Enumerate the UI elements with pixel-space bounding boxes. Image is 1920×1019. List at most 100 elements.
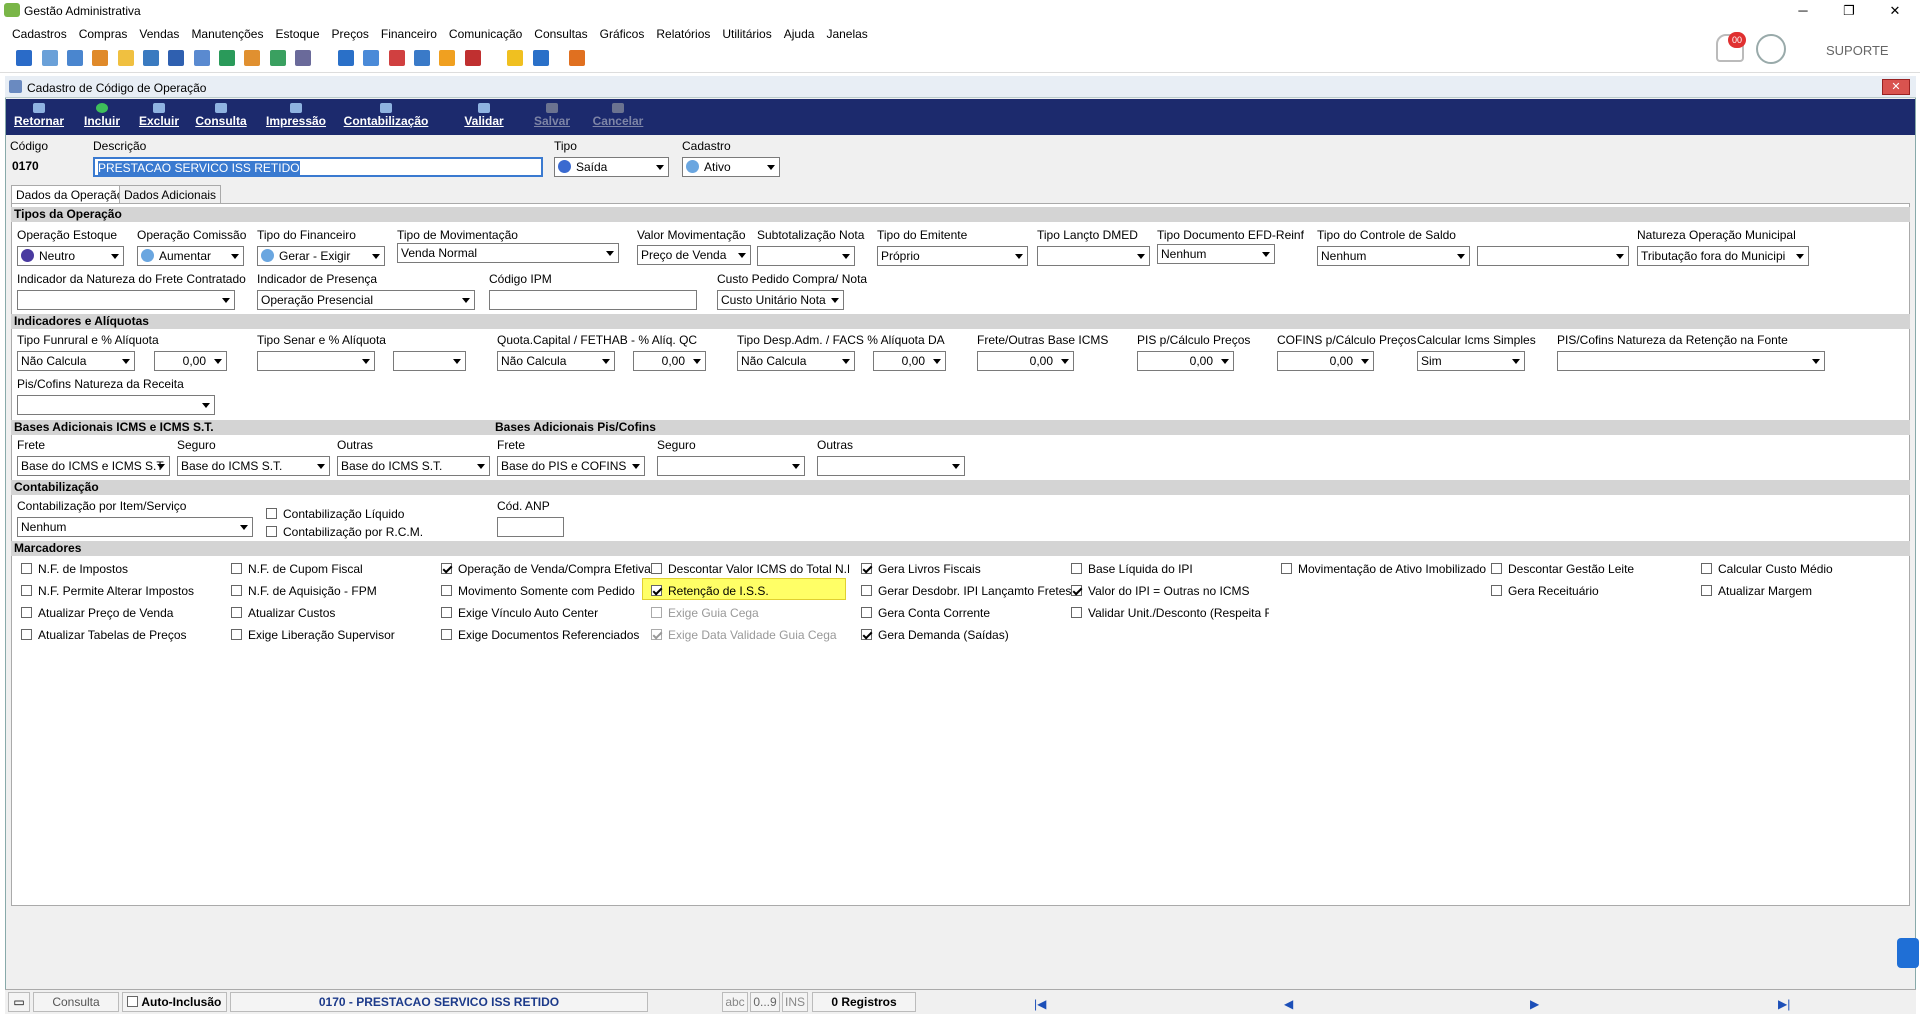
senar-select[interactable] xyxy=(257,351,375,371)
toolbar-icon-8[interactable] xyxy=(193,50,210,66)
checkbox-box[interactable] xyxy=(231,563,242,574)
cancelar-button[interactable]: Cancelar xyxy=(590,99,646,135)
tipo-select[interactable]: Saída xyxy=(554,157,669,177)
checkbox-box[interactable] xyxy=(861,607,872,618)
user-avatar-icon[interactable] xyxy=(1756,34,1786,64)
contab-rcm-checkbox[interactable]: Contabilização por R.C.M. xyxy=(266,525,423,539)
toolbar-icon-6[interactable] xyxy=(143,50,160,66)
marcador-checkbox[interactable]: Descontar Gestão Leite xyxy=(1491,562,1634,576)
restore-button[interactable]: ❐ xyxy=(1826,0,1872,22)
checkbox-box[interactable] xyxy=(1281,563,1292,574)
icms-seguro-select[interactable]: Base do ICMS S.T. xyxy=(177,456,330,476)
icms-outras-select[interactable]: Base do ICMS S.T. xyxy=(337,456,490,476)
next-record-icon[interactable]: ▶ xyxy=(1530,997,1539,1011)
checkbox-box[interactable] xyxy=(651,563,662,574)
checkbox-box[interactable] xyxy=(651,629,662,640)
checkbox-box[interactable] xyxy=(127,996,138,1007)
codigo-ipm-input[interactable] xyxy=(489,290,697,310)
checkbox-box[interactable] xyxy=(231,607,242,618)
cadastro-select[interactable]: Ativo xyxy=(682,157,780,177)
checkbox-box[interactable] xyxy=(861,629,872,640)
marcador-checkbox[interactable]: Exige Liberação Supervisor xyxy=(231,628,395,642)
checkbox-box[interactable] xyxy=(231,629,242,640)
pis-frete-select[interactable]: Base do PIS e COFINS xyxy=(497,456,645,476)
marcador-checkbox[interactable]: Calcular Custo Médio xyxy=(1701,562,1833,576)
retornar-button[interactable]: Retornar xyxy=(12,99,66,135)
marcador-checkbox[interactable]: Exige Documentos Referenciados xyxy=(441,628,639,642)
controle-saldo-select[interactable]: Nenhum xyxy=(1317,246,1470,266)
subtotalizacao-select[interactable] xyxy=(757,246,855,266)
tab-dados-adicionais[interactable]: Dados Adicionais xyxy=(119,185,222,204)
toolbar-icon-11[interactable] xyxy=(269,50,286,66)
marcador-checkbox[interactable]: N.F. de Aquisição - FPM xyxy=(231,584,377,598)
natureza-receita-select[interactable] xyxy=(17,395,215,415)
tipo-dmed-select[interactable] xyxy=(1037,246,1150,266)
quota-pct-select[interactable]: 0,00 xyxy=(633,351,706,371)
pis-outras-select[interactable] xyxy=(817,456,965,476)
toolbar-icon-16[interactable] xyxy=(413,50,430,66)
senar-pct-select[interactable] xyxy=(393,351,466,371)
menu-precos[interactable]: Preços xyxy=(326,24,375,44)
toolbar-icon-1[interactable] xyxy=(16,50,33,66)
checkbox-box[interactable] xyxy=(21,607,32,618)
power-icon[interactable] xyxy=(569,50,586,66)
natureza-frete-select[interactable] xyxy=(17,290,235,310)
checkbox-box[interactable] xyxy=(21,563,32,574)
marcador-checkbox[interactable]: Exige Data Validade Guia Cega xyxy=(651,628,837,642)
checkbox-box[interactable] xyxy=(651,607,662,618)
menu-compras[interactable]: Compras xyxy=(73,24,134,44)
checkbox-box[interactable] xyxy=(231,585,242,596)
checkbox-box[interactable] xyxy=(1071,607,1082,618)
checkbox-box[interactable] xyxy=(441,585,452,596)
incluir-button[interactable]: Incluir xyxy=(82,99,122,135)
toolbar-icon-5[interactable] xyxy=(117,50,134,66)
desp-pct-select[interactable]: 0,00 xyxy=(873,351,946,371)
validar-button[interactable]: Validar xyxy=(462,99,506,135)
menu-utilitarios[interactable]: Utilitários xyxy=(716,24,777,44)
impressao-button[interactable]: Impressão xyxy=(264,99,328,135)
toolbar-icon-17[interactable] xyxy=(439,50,456,66)
tipo-movimentacao-select[interactable]: Venda Normal xyxy=(397,243,619,263)
valor-movimentacao-select[interactable]: Preço de Venda xyxy=(637,245,751,265)
marcador-checkbox[interactable]: Retenção de I.S.S. xyxy=(651,584,769,598)
menu-estoque[interactable]: Estoque xyxy=(269,24,325,44)
tab-dados-operacao[interactable]: Dados da Operação xyxy=(11,185,129,205)
operacao-comissao-select[interactable]: Aumentar xyxy=(137,246,244,266)
auto-inclusao-checkbox[interactable]: Auto-Inclusão xyxy=(122,992,227,1012)
icms-frete-select[interactable]: Base do ICMS e ICMS S.T xyxy=(17,456,170,476)
marcador-checkbox[interactable]: Atualizar Preço de Venda xyxy=(21,606,173,620)
marcador-checkbox[interactable]: Atualizar Custos xyxy=(231,606,335,620)
consulta-button[interactable]: Consulta xyxy=(195,99,247,135)
anp-input[interactable] xyxy=(497,517,564,537)
funrural-select[interactable]: Não Calcula xyxy=(17,351,135,371)
menu-comunicacao[interactable]: Comunicação xyxy=(443,24,528,44)
calendar-icon[interactable] xyxy=(388,50,405,66)
tipo-efd-select[interactable]: Nenhum xyxy=(1157,244,1275,264)
retencao-select[interactable] xyxy=(1557,351,1825,371)
marcador-checkbox[interactable]: N.F. de Cupom Fiscal xyxy=(231,562,363,576)
first-record-icon[interactable]: |◀ xyxy=(1034,997,1046,1011)
marcador-checkbox[interactable]: Movimento Somente com Pedido xyxy=(441,584,635,598)
toolbar-icon-13[interactable] xyxy=(337,50,354,66)
window-close-button[interactable]: ✕ xyxy=(1882,79,1910,95)
pis-select[interactable]: 0,00 xyxy=(1137,351,1234,371)
toolbar-icon-20[interactable] xyxy=(532,50,549,66)
marcador-checkbox[interactable]: Base Líquida do IPI xyxy=(1071,562,1193,576)
checkbox-box[interactable] xyxy=(1701,563,1712,574)
checkbox-box[interactable] xyxy=(1701,585,1712,596)
toolbar-icon-2[interactable] xyxy=(41,50,58,66)
checkbox-box[interactable] xyxy=(21,585,32,596)
custo-pedido-select[interactable]: Custo Unitário Nota xyxy=(717,290,844,310)
menu-relatorios[interactable]: Relatórios xyxy=(650,24,716,44)
marcador-checkbox[interactable]: N.F. de Impostos xyxy=(21,562,128,576)
marcador-checkbox[interactable]: Gera Livros Fiscais xyxy=(861,562,981,576)
operacao-estoque-select[interactable]: Neutro xyxy=(17,246,124,266)
menu-vendas[interactable]: Vendas xyxy=(133,24,185,44)
natureza-municipal-select[interactable]: Tributação fora do Municipi xyxy=(1637,246,1809,266)
checkbox-box[interactable] xyxy=(441,607,452,618)
menu-ajuda[interactable]: Ajuda xyxy=(778,24,821,44)
star-icon[interactable] xyxy=(507,50,524,66)
contab-item-select[interactable]: Nenhum xyxy=(17,517,253,537)
marcador-checkbox[interactable]: Descontar Valor ICMS do Total N.F. - xyxy=(651,562,849,576)
marcador-checkbox[interactable]: Validar Unit./Desconto (Respeita F9) xyxy=(1071,606,1269,620)
